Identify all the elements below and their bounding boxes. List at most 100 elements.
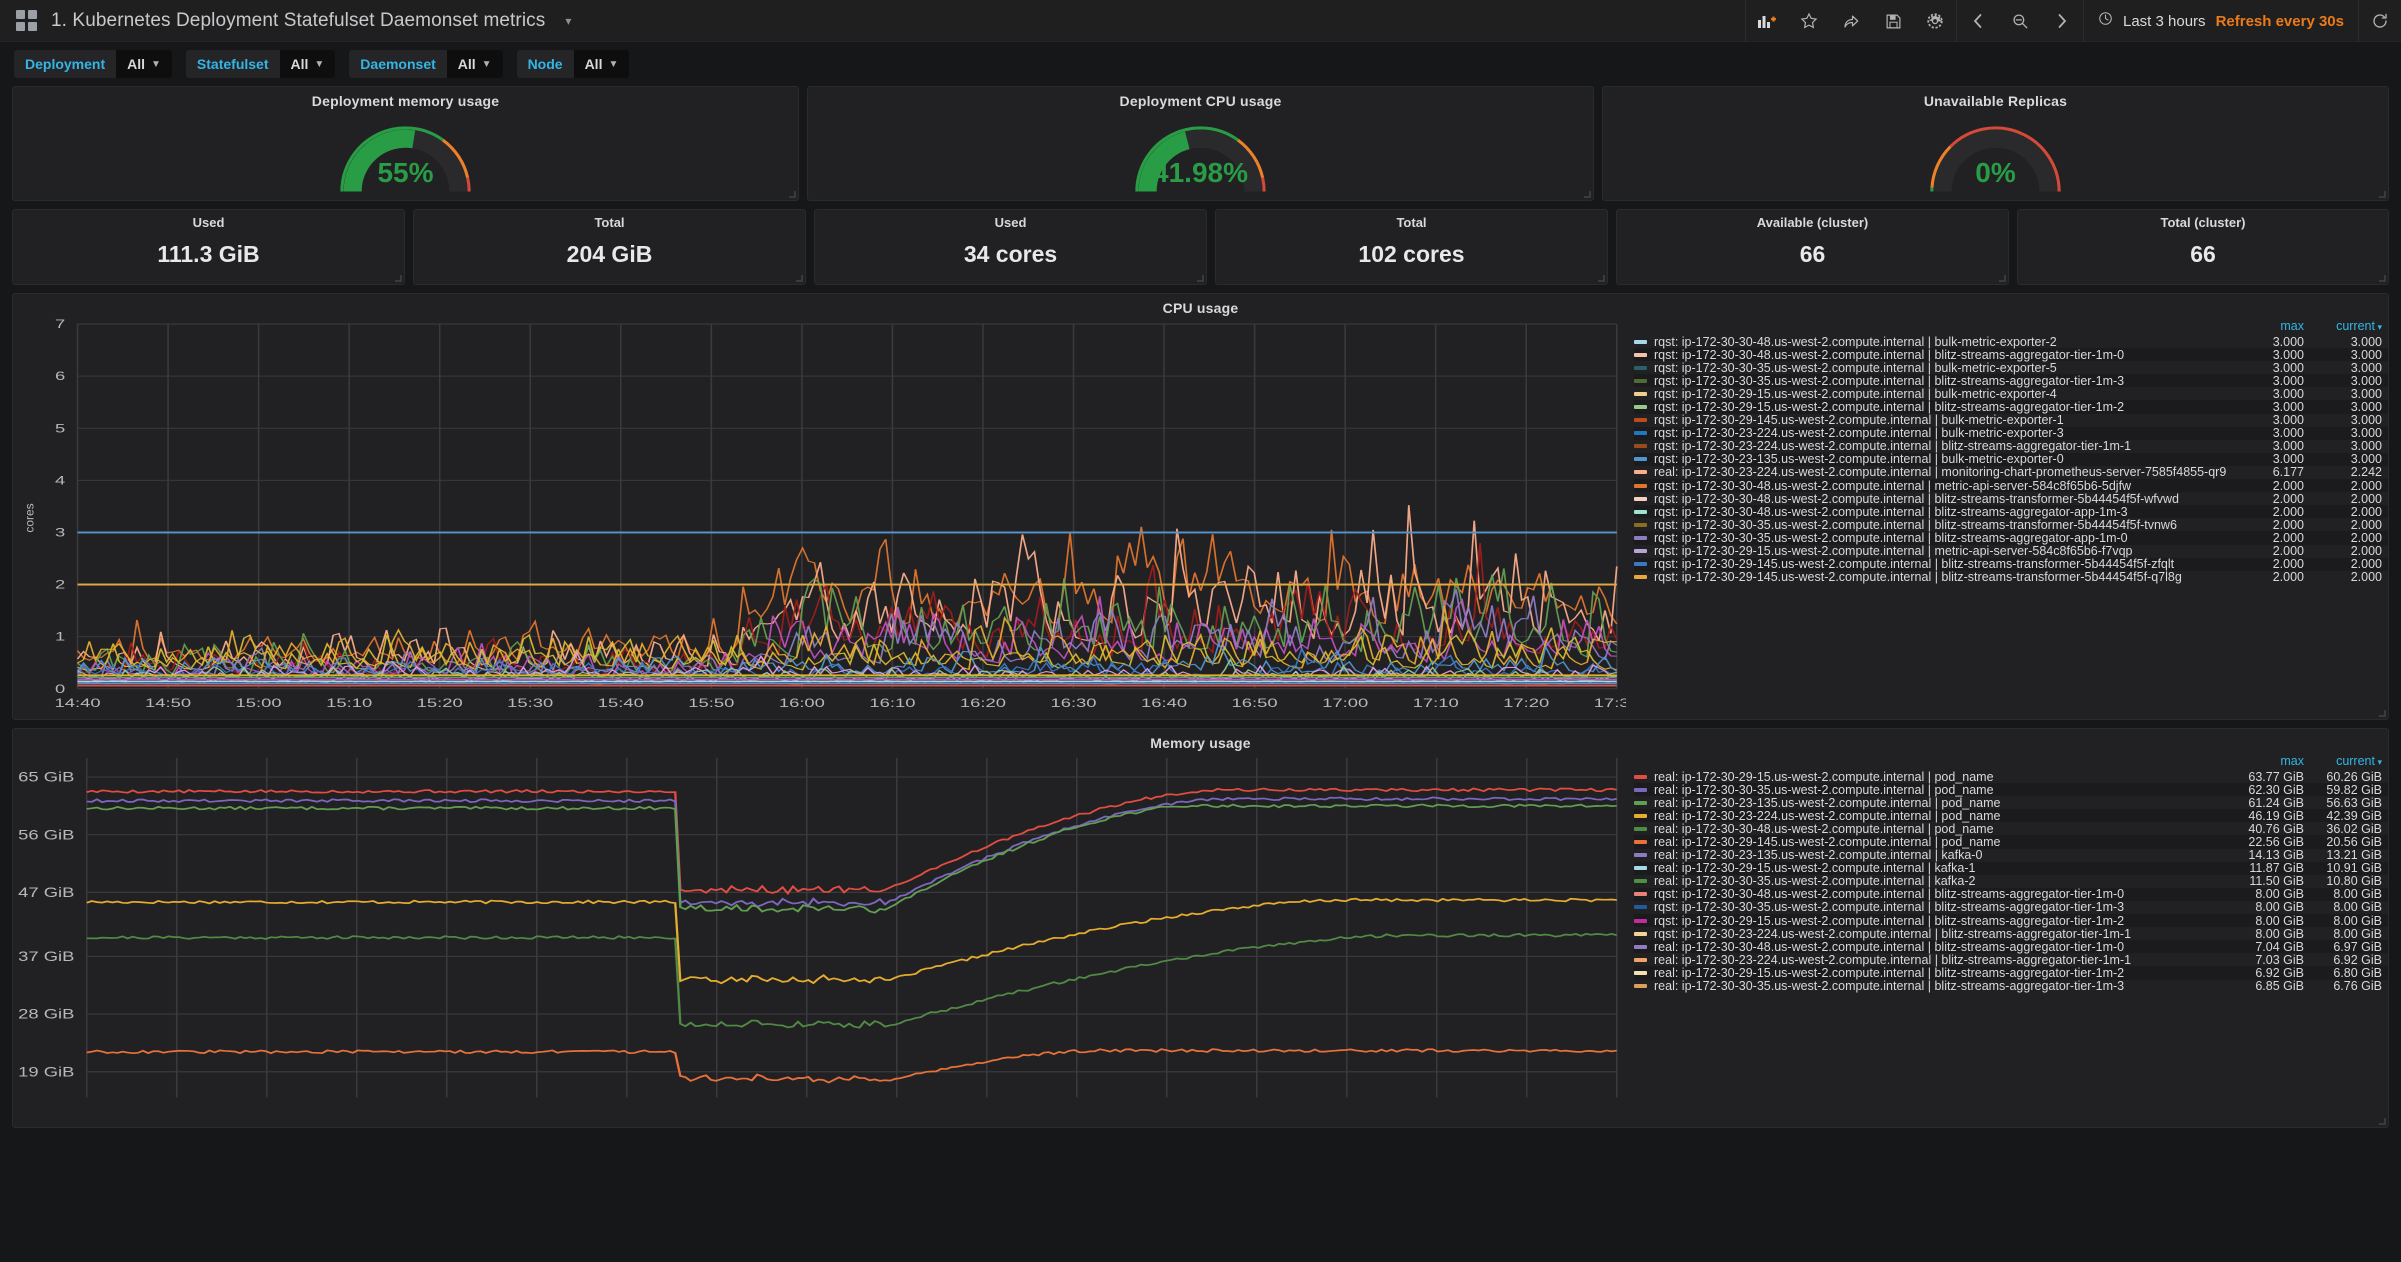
legend-row[interactable]: real: ip-172-30-30-35.us-west-2.compute.… bbox=[1634, 783, 2388, 797]
panel-resize-handle[interactable] bbox=[2379, 191, 2386, 198]
legend-series-name[interactable]: real: ip-172-30-23-135.us-west-2.compute… bbox=[1654, 796, 2226, 810]
legend-row[interactable]: real: ip-172-30-23-135.us-west-2.compute… bbox=[1634, 848, 2388, 862]
legend-color-swatch[interactable] bbox=[1634, 892, 1647, 897]
legend-row[interactable]: real: ip-172-30-23-135.us-west-2.compute… bbox=[1634, 796, 2388, 810]
legend-series-name[interactable]: rqst: ip-172-30-30-48.us-west-2.compute.… bbox=[1654, 505, 2226, 519]
legend-color-swatch[interactable] bbox=[1634, 905, 1647, 910]
variable-deployment[interactable]: Deployment All ▼ bbox=[14, 50, 172, 78]
legend-row[interactable]: real: ip-172-30-29-15.us-west-2.compute.… bbox=[1634, 966, 2388, 980]
panel-resize-handle[interactable] bbox=[1598, 275, 1605, 282]
legend-color-swatch[interactable] bbox=[1634, 800, 1647, 805]
panel-resize-handle[interactable] bbox=[2379, 275, 2386, 282]
panel-resize-handle[interactable] bbox=[1197, 275, 1204, 282]
legend-color-swatch[interactable] bbox=[1634, 813, 1647, 818]
legend-color-swatch[interactable] bbox=[1634, 496, 1647, 501]
legend-row[interactable]: rqst: ip-172-30-23-224.us-west-2.compute… bbox=[1634, 426, 2388, 440]
legend-color-swatch[interactable] bbox=[1634, 970, 1647, 975]
legend-color-swatch[interactable] bbox=[1634, 879, 1647, 884]
legend-series-name[interactable]: rqst: ip-172-30-29-145.us-west-2.compute… bbox=[1654, 413, 2226, 427]
legend-row[interactable]: real: ip-172-30-30-48.us-west-2.compute.… bbox=[1634, 940, 2388, 954]
cpu-plot-area[interactable]: cores 0 1 2 3 4 5 6 7 14:40 14:50 15:00 15:10 15:20 1… bbox=[13, 316, 1626, 719]
save-icon[interactable] bbox=[1872, 0, 1914, 42]
memory-legend-current-header[interactable]: current bbox=[2304, 754, 2382, 768]
variable-daemonset-value[interactable]: All ▼ bbox=[446, 50, 503, 78]
legend-row[interactable]: rqst: ip-172-30-29-15.us-west-2.compute.… bbox=[1634, 914, 2388, 928]
legend-series-name[interactable]: rqst: ip-172-30-29-15.us-west-2.compute.… bbox=[1654, 387, 2226, 401]
panel-resize-handle[interactable] bbox=[789, 191, 796, 198]
legend-series-name[interactable]: rqst: ip-172-30-30-35.us-west-2.compute.… bbox=[1654, 361, 2226, 375]
chevron-down-icon[interactable]: ▾ bbox=[565, 14, 571, 28]
legend-series-name[interactable]: rqst: ip-172-30-23-224.us-west-2.compute… bbox=[1654, 439, 2226, 453]
legend-row[interactable]: real: ip-172-30-23-224.us-west-2.compute… bbox=[1634, 465, 2388, 479]
variable-deployment-value[interactable]: All ▼ bbox=[116, 50, 172, 78]
legend-series-name[interactable]: real: ip-172-30-23-224.us-west-2.compute… bbox=[1654, 465, 2226, 479]
legend-row[interactable]: rqst: ip-172-30-23-135.us-west-2.compute… bbox=[1634, 452, 2388, 466]
legend-row[interactable]: rqst: ip-172-30-30-48.us-west-2.compute.… bbox=[1634, 492, 2388, 506]
legend-row[interactable]: rqst: ip-172-30-29-15.us-west-2.compute.… bbox=[1634, 544, 2388, 558]
legend-row[interactable]: rqst: ip-172-30-23-224.us-west-2.compute… bbox=[1634, 927, 2388, 941]
dashboards-grid-icon[interactable] bbox=[16, 10, 37, 31]
legend-color-swatch[interactable] bbox=[1634, 787, 1647, 792]
legend-series-name[interactable]: real: ip-172-30-23-224.us-west-2.compute… bbox=[1654, 809, 2226, 823]
legend-series-name[interactable]: rqst: ip-172-30-30-35.us-west-2.compute.… bbox=[1654, 518, 2226, 532]
legend-color-swatch[interactable] bbox=[1634, 391, 1647, 396]
panel-resize-handle[interactable] bbox=[1584, 191, 1591, 198]
legend-series-name[interactable]: rqst: ip-172-30-30-48.us-west-2.compute.… bbox=[1654, 887, 2226, 901]
legend-row[interactable]: real: ip-172-30-29-15.us-west-2.compute.… bbox=[1634, 861, 2388, 875]
legend-series-name[interactable]: rqst: ip-172-30-30-35.us-west-2.compute.… bbox=[1654, 900, 2226, 914]
cpu-legend-current-header[interactable]: current bbox=[2304, 319, 2382, 333]
legend-color-swatch[interactable] bbox=[1634, 352, 1647, 357]
legend-row[interactable]: rqst: ip-172-30-29-145.us-west-2.compute… bbox=[1634, 557, 2388, 571]
legend-row[interactable]: rqst: ip-172-30-29-145.us-west-2.compute… bbox=[1634, 570, 2388, 584]
cpu-legend[interactable]: max current rqst: ip-172-30-30-48.us-wes… bbox=[1626, 316, 2388, 719]
legend-series-name[interactable]: real: ip-172-30-23-224.us-west-2.compute… bbox=[1654, 953, 2226, 967]
legend-series-name[interactable]: rqst: ip-172-30-30-48.us-west-2.compute.… bbox=[1654, 492, 2226, 506]
legend-series-name[interactable]: real: ip-172-30-29-15.us-west-2.compute.… bbox=[1654, 770, 2226, 784]
legend-row[interactable]: rqst: ip-172-30-30-48.us-west-2.compute.… bbox=[1634, 479, 2388, 493]
legend-series-name[interactable]: real: ip-172-30-29-145.us-west-2.compute… bbox=[1654, 835, 2226, 849]
legend-color-swatch[interactable] bbox=[1634, 509, 1647, 514]
add-panel-icon[interactable] bbox=[1746, 0, 1788, 42]
panel-resize-handle[interactable] bbox=[796, 275, 803, 282]
legend-row[interactable]: rqst: ip-172-30-30-35.us-west-2.compute.… bbox=[1634, 518, 2388, 532]
legend-color-swatch[interactable] bbox=[1634, 522, 1647, 527]
legend-color-swatch[interactable] bbox=[1634, 774, 1647, 779]
legend-color-swatch[interactable] bbox=[1634, 957, 1647, 962]
variable-node[interactable]: Node All ▼ bbox=[516, 50, 630, 78]
legend-series-name[interactable]: rqst: ip-172-30-23-224.us-west-2.compute… bbox=[1654, 426, 2226, 440]
legend-color-swatch[interactable] bbox=[1634, 535, 1647, 540]
legend-series-name[interactable]: rqst: ip-172-30-29-15.us-west-2.compute.… bbox=[1654, 400, 2226, 414]
legend-row[interactable]: rqst: ip-172-30-30-35.us-west-2.compute.… bbox=[1634, 531, 2388, 545]
legend-series-name[interactable]: real: ip-172-30-23-135.us-west-2.compute… bbox=[1654, 848, 2226, 862]
cpu-legend-max-header[interactable]: max bbox=[2226, 319, 2304, 333]
legend-color-swatch[interactable] bbox=[1634, 470, 1647, 475]
legend-color-swatch[interactable] bbox=[1634, 562, 1647, 567]
legend-series-name[interactable]: rqst: ip-172-30-29-145.us-west-2.compute… bbox=[1654, 570, 2226, 584]
variable-statefulset-value[interactable]: All ▼ bbox=[279, 50, 336, 78]
variable-node-value[interactable]: All ▼ bbox=[573, 50, 630, 78]
legend-color-swatch[interactable] bbox=[1634, 853, 1647, 858]
legend-series-name[interactable]: real: ip-172-30-30-35.us-west-2.compute.… bbox=[1654, 783, 2226, 797]
legend-row[interactable]: rqst: ip-172-30-30-35.us-west-2.compute.… bbox=[1634, 374, 2388, 388]
page-title[interactable]: 1. Kubernetes Deployment Statefulset Dae… bbox=[51, 10, 545, 32]
legend-color-swatch[interactable] bbox=[1634, 418, 1647, 423]
legend-row[interactable]: real: ip-172-30-30-48.us-west-2.compute.… bbox=[1634, 822, 2388, 836]
legend-series-name[interactable]: real: ip-172-30-29-15.us-west-2.compute.… bbox=[1654, 966, 2226, 980]
variable-statefulset[interactable]: Statefulset All ▼ bbox=[185, 50, 336, 78]
legend-color-swatch[interactable] bbox=[1634, 405, 1647, 410]
legend-color-swatch[interactable] bbox=[1634, 944, 1647, 949]
legend-row[interactable]: real: ip-172-30-30-35.us-west-2.compute.… bbox=[1634, 979, 2388, 993]
gear-icon[interactable] bbox=[1914, 0, 1956, 42]
legend-series-name[interactable]: real: ip-172-30-30-35.us-west-2.compute.… bbox=[1654, 979, 2226, 993]
legend-series-name[interactable]: rqst: ip-172-30-23-135.us-west-2.compute… bbox=[1654, 452, 2226, 466]
legend-row[interactable]: rqst: ip-172-30-30-35.us-west-2.compute.… bbox=[1634, 361, 2388, 375]
legend-color-swatch[interactable] bbox=[1634, 984, 1647, 989]
legend-color-swatch[interactable] bbox=[1634, 339, 1647, 344]
legend-row[interactable]: real: ip-172-30-29-15.us-west-2.compute.… bbox=[1634, 770, 2388, 784]
legend-row[interactable]: rqst: ip-172-30-30-48.us-west-2.compute.… bbox=[1634, 348, 2388, 362]
legend-series-name[interactable]: real: ip-172-30-30-35.us-west-2.compute.… bbox=[1654, 874, 2226, 888]
legend-color-swatch[interactable] bbox=[1634, 840, 1647, 845]
legend-row[interactable]: real: ip-172-30-29-145.us-west-2.compute… bbox=[1634, 835, 2388, 849]
legend-row[interactable]: rqst: ip-172-30-30-35.us-west-2.compute.… bbox=[1634, 900, 2388, 914]
variable-daemonset[interactable]: Daemonset All ▼ bbox=[349, 50, 503, 78]
